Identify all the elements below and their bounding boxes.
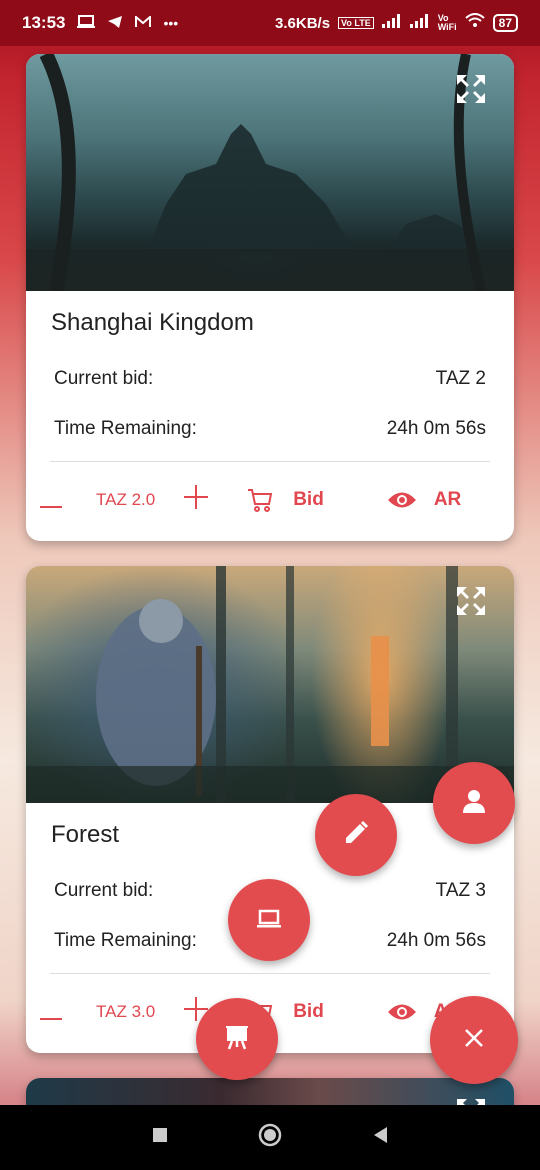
- close-icon: [461, 1025, 487, 1056]
- cart-icon[interactable]: [247, 488, 273, 512]
- bid-button[interactable]: Bid: [293, 1001, 324, 1023]
- expand-icon[interactable]: [454, 584, 488, 618]
- signal-icon: [381, 14, 402, 32]
- status-bar: 13:53 ••• 3.6KB/s Vo LTE Vo WiFi 87: [0, 0, 540, 46]
- card-title: Shanghai Kingdom: [51, 309, 254, 336]
- laptop-fab[interactable]: [228, 879, 310, 961]
- edit-fab[interactable]: [315, 794, 397, 876]
- current-bid-value: TAZ 2: [435, 368, 486, 389]
- easel-fab[interactable]: [196, 998, 278, 1080]
- current-bid-row: Current bid: TAZ 2: [50, 368, 490, 390]
- edit-icon: [343, 820, 369, 851]
- bid-button[interactable]: Bid: [293, 489, 324, 511]
- current-bid-label: Current bid:: [54, 880, 154, 901]
- profile-fab[interactable]: [433, 762, 515, 844]
- card-image[interactable]: [26, 54, 514, 291]
- time-remaining-label: Time Remaining:: [54, 930, 197, 951]
- battery-indicator: 87: [492, 14, 518, 32]
- back-button[interactable]: [371, 1125, 389, 1150]
- easel-icon: [224, 1024, 250, 1055]
- time-remaining-row: Time Remaining: 24h 0m 56s: [50, 418, 490, 440]
- more-icon: •••: [163, 15, 179, 31]
- forest-artwork: [26, 566, 514, 803]
- signal-icon-2: [409, 14, 430, 32]
- gmail-icon: [135, 14, 152, 31]
- laptop-icon: [77, 14, 96, 32]
- time-remaining-value: 24h 0m 56s: [386, 930, 486, 951]
- home-button[interactable]: [257, 1122, 283, 1153]
- volte-icon: Vo LTE: [338, 17, 374, 29]
- wifi-icon: [464, 13, 485, 33]
- bid-actions: TAZ 2.0 Bid AR: [26, 462, 514, 538]
- bid-amount: TAZ 2.0: [96, 490, 156, 509]
- current-bid-value: TAZ 3: [435, 880, 486, 901]
- time-remaining-value: 24h 0m 56s: [386, 418, 486, 439]
- time-remaining-label: Time Remaining:: [54, 418, 197, 439]
- decrease-bid-button[interactable]: [40, 485, 66, 516]
- auction-card[interactable]: Shanghai Kingdom Current bid: TAZ 2 Time…: [26, 54, 514, 541]
- decrease-bid-button[interactable]: [40, 997, 66, 1028]
- increase-bid-button[interactable]: [183, 484, 209, 516]
- profile-icon: [461, 788, 487, 819]
- card-title: Forest: [51, 821, 120, 848]
- eye-icon[interactable]: [387, 489, 417, 511]
- expand-icon[interactable]: [454, 72, 488, 106]
- current-bid-label: Current bid:: [54, 368, 154, 389]
- navigation-bar: [0, 1105, 540, 1170]
- bid-amount: TAZ 3.0: [96, 1002, 156, 1021]
- recents-button[interactable]: [151, 1126, 169, 1149]
- eye-icon[interactable]: [387, 1001, 417, 1023]
- castle-artwork: [26, 54, 514, 291]
- network-speed: 3.6KB/s: [275, 14, 331, 32]
- telegram-icon: [107, 15, 123, 32]
- close-fab[interactable]: [430, 996, 518, 1084]
- vowifi-icon: Vo WiFi: [437, 13, 457, 32]
- laptop-icon: [256, 905, 282, 936]
- ar-button[interactable]: AR: [434, 489, 461, 511]
- card-image[interactable]: [26, 566, 514, 803]
- status-time: 13:53: [22, 13, 66, 32]
